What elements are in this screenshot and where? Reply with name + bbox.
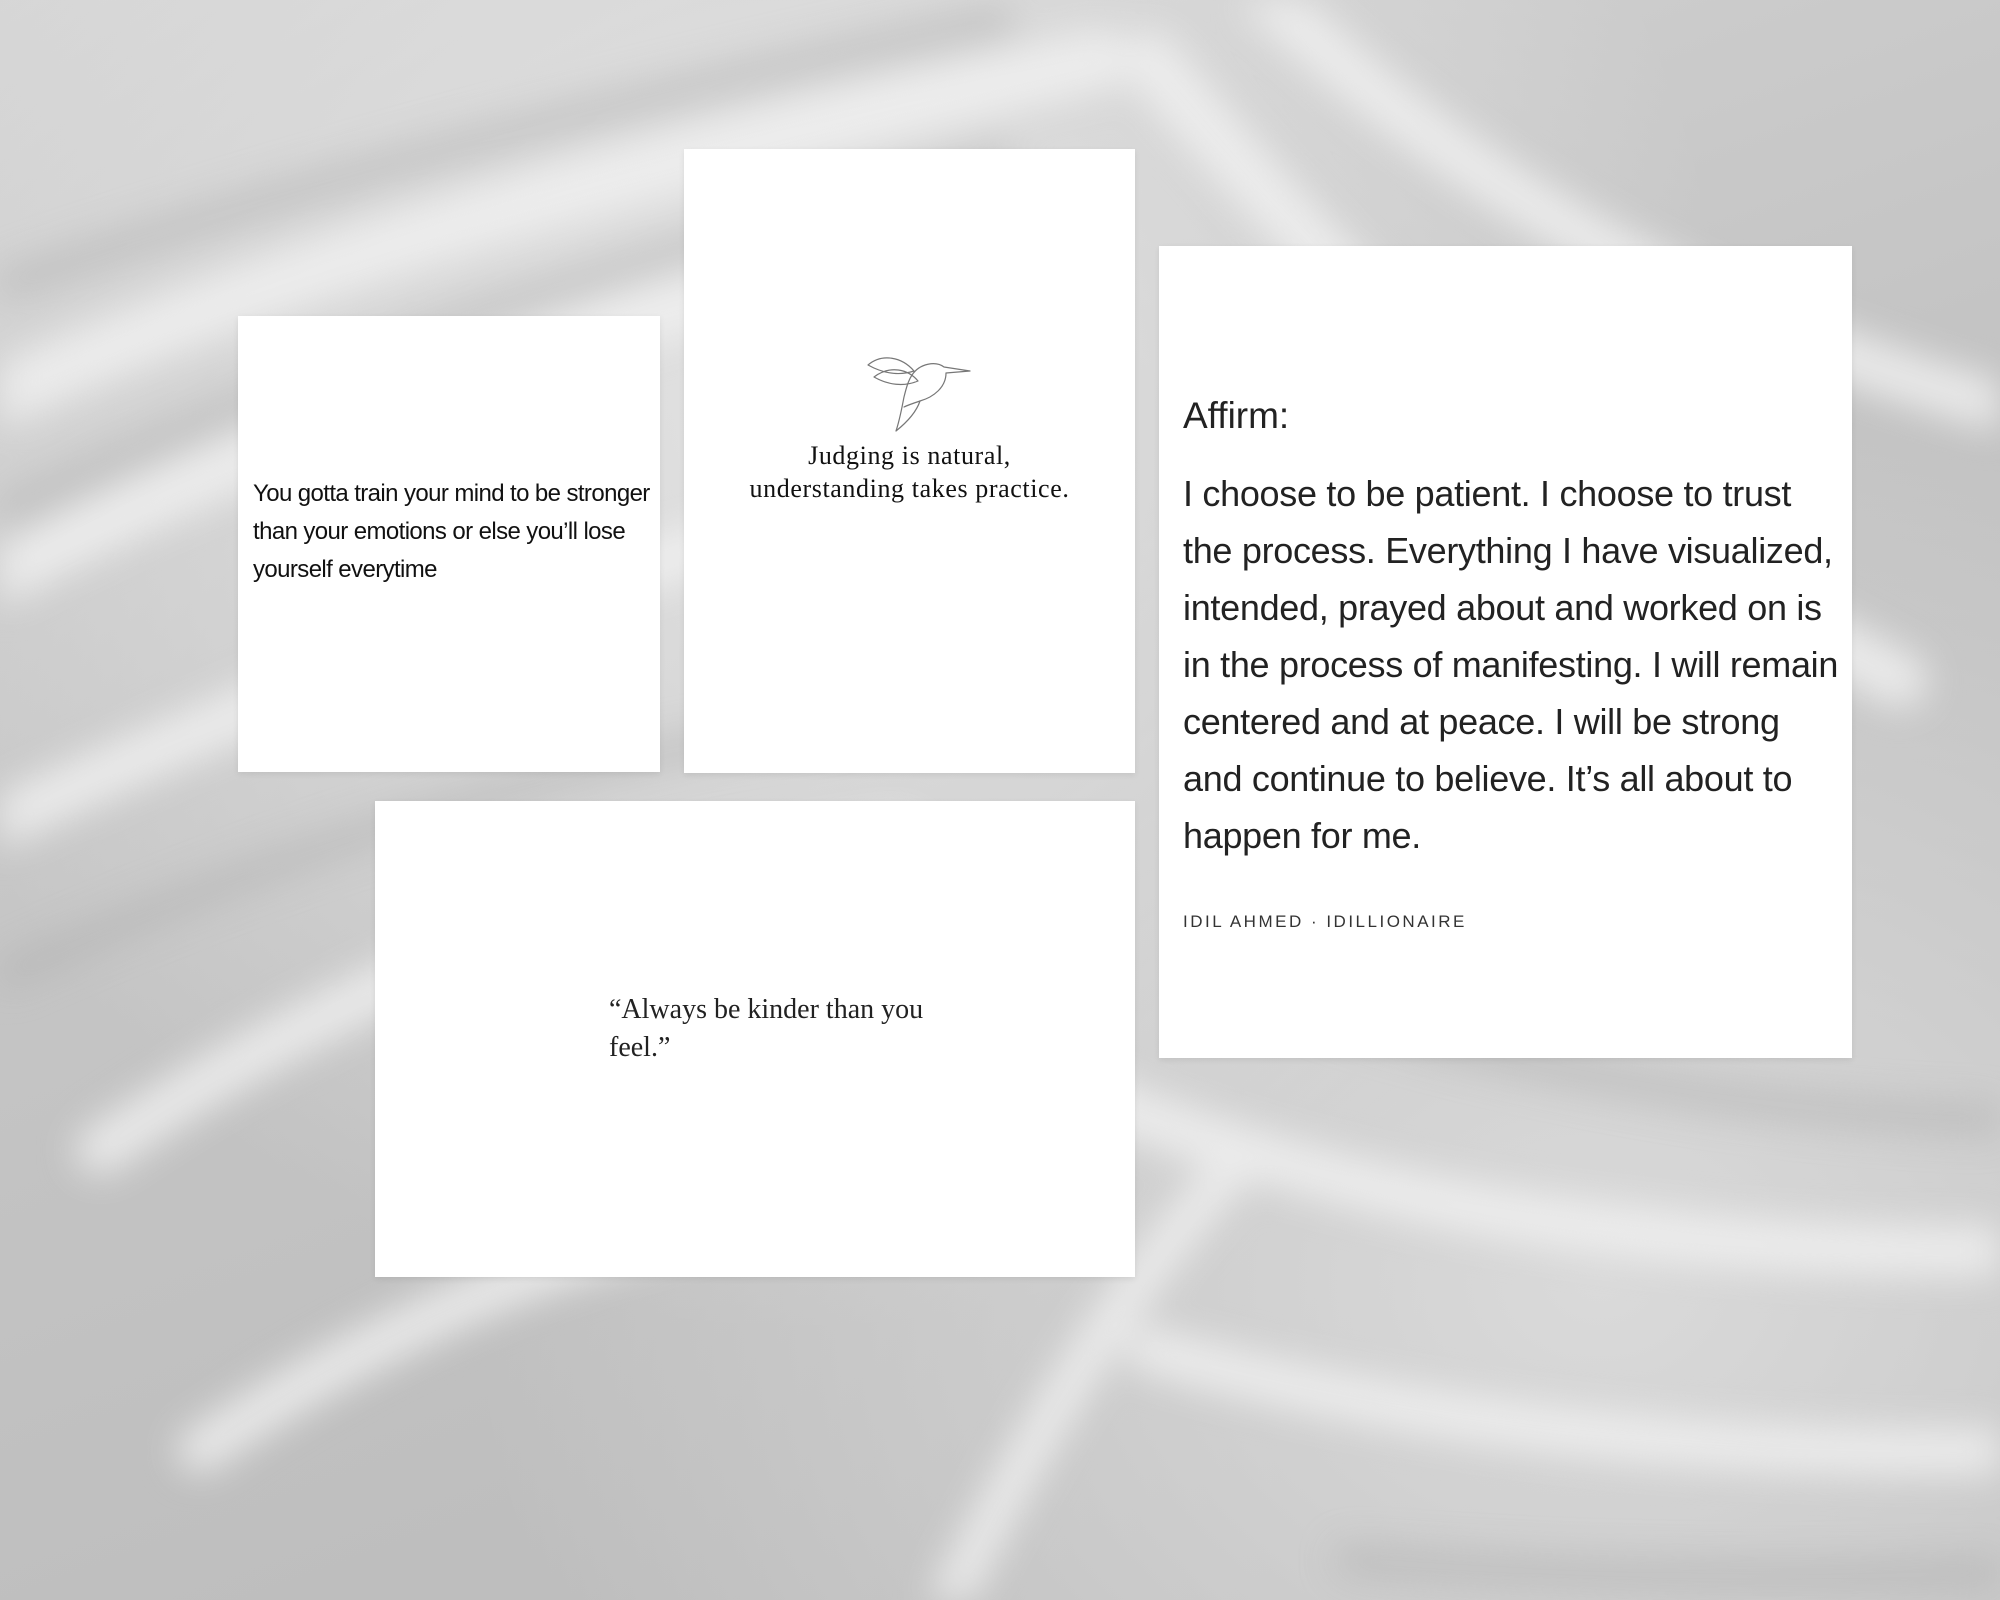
quote-card-kinder: “Always be kinder than you feel.” [375, 801, 1135, 1277]
affirmation-card: Affirm: I choose to be patient. I choose… [1159, 246, 1852, 1058]
quote-card-judging: Judging is natural, understanding takes … [684, 149, 1135, 773]
hummingbird-icon [867, 357, 971, 432]
quote-line-1: Judging is natural, [808, 441, 1011, 470]
quote-text: “Always be kinder than you feel.” [609, 994, 924, 1063]
quote-line-2: understanding takes practice. [749, 474, 1070, 503]
affirmation-text: I choose to be patient. I choose to trus… [1183, 473, 1839, 856]
quote-text: Judging is natural, understanding takes … [684, 439, 1135, 505]
affirm-heading: Affirm: [1183, 395, 1290, 436]
quote-text: You gotta train your mind to be stronger… [253, 480, 650, 583]
author-credit: IDIL AHMED · IDILLIONAIRE [1183, 912, 1467, 931]
quote-card-train-mind: You gotta train your mind to be stronger… [238, 316, 660, 772]
